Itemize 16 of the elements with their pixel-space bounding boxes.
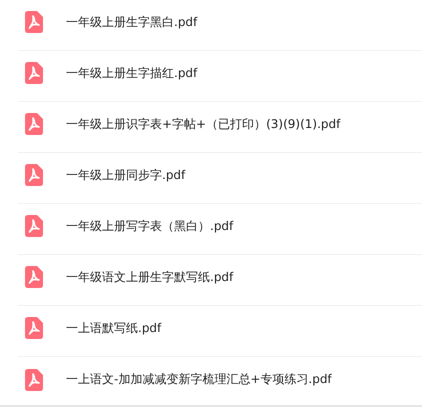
- pdf-file-icon: [25, 62, 43, 84]
- pdf-file-icon: [25, 11, 43, 33]
- pdf-file-icon: [25, 113, 43, 135]
- file-name[interactable]: 一上语文-加加减减变新字梳理汇总+专项练习.pdf: [66, 371, 332, 388]
- file-name[interactable]: 一年级上册写字表（黑白）.pdf: [66, 218, 234, 234]
- file-name[interactable]: 一年级语文上册生字默写纸.pdf: [66, 268, 234, 286]
- file-name[interactable]: 一上语默写纸.pdf: [66, 320, 162, 336]
- pdf-file-icon: [25, 215, 43, 237]
- file-name[interactable]: 一年级上册生字黑白.pdf: [66, 14, 198, 30]
- pdf-file-icon: [25, 317, 43, 339]
- file-name[interactable]: 一年级上册同步字.pdf: [66, 166, 186, 184]
- pdf-file-icon: [25, 164, 43, 186]
- pdf-file-icon: [25, 368, 43, 390]
- file-name[interactable]: 一年级上册生字描红.pdf: [66, 64, 198, 82]
- file-name[interactable]: 一年级上册识字表+字帖+（已打印）(3)(9)(1).pdf: [66, 116, 340, 132]
- pdf-file-icon: [25, 266, 43, 288]
